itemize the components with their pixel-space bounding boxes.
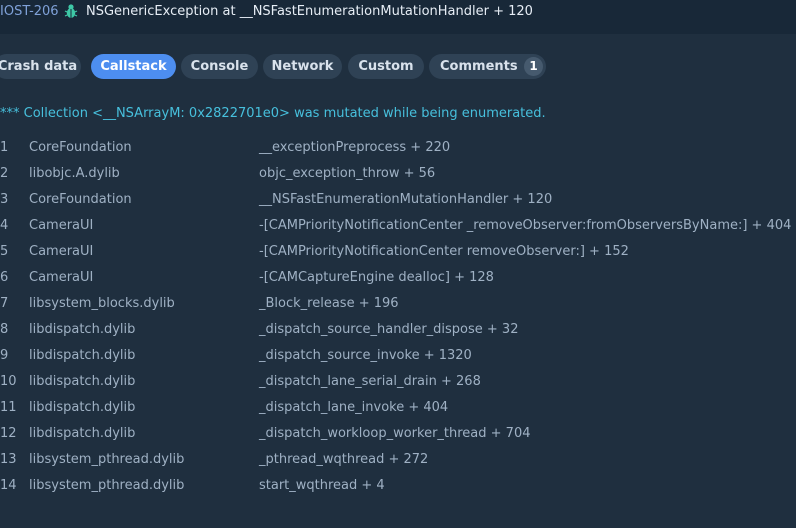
frame-symbol: __exceptionPreprocess + 220	[259, 140, 451, 155]
frame-symbol: _dispatch_source_handler_dispose + 32	[259, 322, 519, 337]
frame-symbol: __NSFastEnumerationMutationHandler + 120	[259, 192, 553, 207]
frame-number: 3	[0, 192, 9, 207]
frame-symbol: _dispatch_source_invoke + 1320	[259, 348, 472, 363]
frame-symbol: _dispatch_lane_serial_drain + 268	[259, 374, 481, 389]
frame-row: 11 libdispatch.dylib _dispatch_lane_invo…	[0, 398, 796, 424]
frame-row: 8 libdispatch.dylib _dispatch_source_han…	[0, 320, 796, 346]
frame-library: CoreFoundation	[29, 140, 132, 155]
frame-number: 11	[0, 400, 17, 415]
frame-number: 5	[0, 244, 9, 259]
tab-comments-label: Comments	[440, 59, 518, 74]
frame-row: 3 CoreFoundation __NSFastEnumerationMuta…	[0, 190, 796, 216]
frame-symbol: -[CAMPriorityNotificationCenter _removeO…	[259, 218, 792, 233]
callstack-frames: 1 CoreFoundation __exceptionPreprocess +…	[0, 138, 796, 502]
frame-library: CameraUI	[29, 218, 94, 233]
frame-row: 7 libsystem_blocks.dylib _Block_release …	[0, 294, 796, 320]
frame-number: 10	[0, 374, 17, 389]
issue-header: IOST-206 NSGenericException at __NSFastE…	[0, 0, 796, 34]
frame-library: libdispatch.dylib	[29, 348, 136, 363]
frame-number: 9	[0, 348, 9, 363]
frame-library: CoreFoundation	[29, 192, 132, 207]
frame-number: 6	[0, 270, 9, 285]
frame-library: libsystem_pthread.dylib	[29, 452, 185, 467]
frame-number: 12	[0, 426, 17, 441]
frame-symbol: -[CAMPriorityNotificationCenter removeOb…	[259, 244, 629, 259]
issue-id-link[interactable]: IOST-206	[0, 3, 59, 21]
frame-library: CameraUI	[29, 270, 94, 285]
frame-row: 2 libobjc.A.dylib objc_exception_throw +…	[0, 164, 796, 190]
tab-bar: Crash data Callstack Console Network Cus…	[0, 54, 796, 79]
tab-comments[interactable]: Comments 1	[429, 54, 546, 79]
frame-library: libdispatch.dylib	[29, 400, 136, 415]
frame-number: 2	[0, 166, 9, 181]
frame-symbol: _dispatch_workloop_worker_thread + 704	[259, 426, 531, 441]
frame-number: 8	[0, 322, 9, 337]
frame-symbol: _pthread_wqthread + 272	[259, 452, 429, 467]
frame-row: 5 CameraUI -[CAMPriorityNotificationCent…	[0, 242, 796, 268]
frame-library: libsystem_pthread.dylib	[29, 478, 185, 493]
tab-callstack[interactable]: Callstack	[91, 54, 176, 79]
frame-library: libobjc.A.dylib	[29, 166, 120, 181]
comment-count-badge: 1	[524, 57, 543, 76]
frame-library: libsystem_blocks.dylib	[29, 296, 175, 311]
tab-console[interactable]: Console	[181, 54, 258, 79]
frame-row: 6 CameraUI -[CAMCaptureEngine dealloc] +…	[0, 268, 796, 294]
frame-library: libdispatch.dylib	[29, 426, 136, 441]
frame-number: 7	[0, 296, 9, 311]
frame-row: 13 libsystem_pthread.dylib _pthread_wqth…	[0, 450, 796, 476]
frame-row: 1 CoreFoundation __exceptionPreprocess +…	[0, 138, 796, 164]
frame-symbol: start_wqthread + 4	[259, 478, 385, 493]
exception-message: *** Collection <__NSArrayM: 0x2822701e0>…	[0, 106, 546, 121]
frame-row: 4 CameraUI -[CAMPriorityNotificationCent…	[0, 216, 796, 242]
tab-crash-data[interactable]: Crash data	[0, 54, 81, 79]
frame-symbol: -[CAMCaptureEngine dealloc] + 128	[259, 270, 494, 285]
tab-network[interactable]: Network	[263, 54, 342, 79]
frame-symbol: _dispatch_lane_invoke + 404	[259, 400, 449, 415]
frame-number: 1	[0, 140, 9, 155]
frame-row: 9 libdispatch.dylib _dispatch_source_inv…	[0, 346, 796, 372]
frame-symbol: _Block_release + 196	[259, 296, 399, 311]
frame-row: 10 libdispatch.dylib _dispatch_lane_seri…	[0, 372, 796, 398]
frame-library: libdispatch.dylib	[29, 374, 136, 389]
issue-title: NSGenericException at __NSFastEnumeratio…	[86, 4, 533, 19]
frame-library: libdispatch.dylib	[29, 322, 136, 337]
frame-row: 12 libdispatch.dylib _dispatch_workloop_…	[0, 424, 796, 450]
frame-symbol: objc_exception_throw + 56	[259, 166, 436, 181]
frame-number: 4	[0, 218, 9, 233]
frame-library: CameraUI	[29, 244, 94, 259]
frame-row: 14 libsystem_pthread.dylib start_wqthrea…	[0, 476, 796, 502]
tab-custom[interactable]: Custom	[348, 54, 424, 79]
frame-number: 13	[0, 452, 17, 467]
frame-number: 14	[0, 478, 17, 493]
bug-icon	[64, 4, 78, 18]
